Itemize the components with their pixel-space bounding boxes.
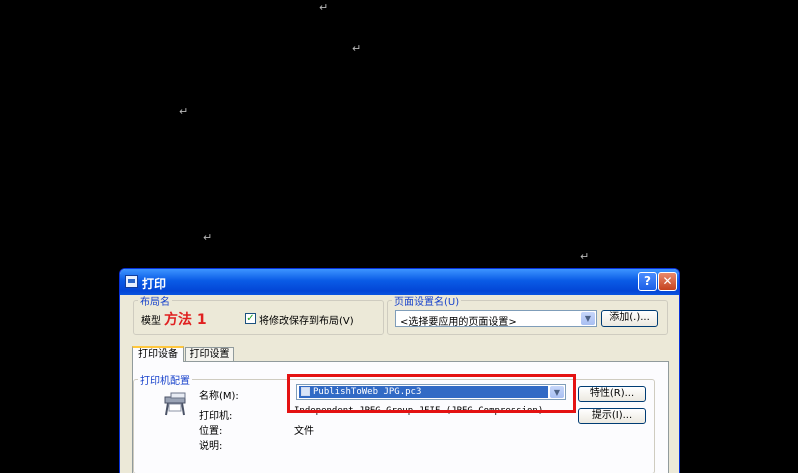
add-page-setup-button[interactable]: 添加(.)... bbox=[601, 310, 658, 327]
location-value: 文件 bbox=[294, 426, 314, 437]
paragraph-mark-icon: ↵ bbox=[203, 231, 213, 244]
method-annotation: 方法 1 bbox=[164, 312, 207, 328]
print-dialog: 打印 ? ✕ 布局名 模型 方法 1 ✓ 将修改保存到布局(V) 页面设置名(U… bbox=[119, 268, 680, 473]
paragraph-mark-icon: ↵ bbox=[352, 42, 362, 55]
layout-group-legend: 布局名 bbox=[140, 297, 170, 308]
paragraph-mark-icon: ↵ bbox=[179, 105, 189, 118]
close-button[interactable]: ✕ bbox=[658, 272, 677, 291]
location-label: 位置: bbox=[199, 426, 223, 437]
tab-plot-settings[interactable]: 打印设置 bbox=[185, 347, 234, 361]
save-to-layout-checkbox[interactable]: ✓ bbox=[245, 313, 256, 324]
printer-label: 打印机: bbox=[199, 411, 233, 422]
title-bar[interactable]: 打印 ? ✕ bbox=[120, 269, 679, 295]
dialog-title: 打印 bbox=[142, 277, 167, 291]
chevron-down-icon[interactable]: ▼ bbox=[581, 312, 595, 325]
plotter-icon bbox=[164, 392, 186, 416]
paragraph-mark-icon: ↵ bbox=[319, 1, 329, 14]
printer-name-label: 名称(M): bbox=[199, 391, 239, 402]
hints-button[interactable]: 提示(I)... bbox=[578, 408, 646, 424]
printer-config-legend: 打印机配置 bbox=[140, 376, 190, 387]
print-app-icon bbox=[125, 275, 138, 288]
description-label: 说明: bbox=[199, 441, 223, 452]
save-to-layout-label[interactable]: 将修改保存到布局(V) bbox=[259, 312, 354, 327]
help-button[interactable]: ? bbox=[638, 272, 657, 291]
layout-name: 模型 bbox=[141, 316, 161, 327]
properties-button[interactable]: 特性(R)... bbox=[578, 386, 646, 402]
paragraph-mark-icon: ↵ bbox=[580, 250, 590, 263]
page-setup-legend: 页面设置名(U) bbox=[394, 297, 460, 308]
highlight-box bbox=[287, 374, 576, 413]
tab-plot-device[interactable]: 打印设备 bbox=[132, 346, 184, 362]
page-setup-select[interactable]: <选择要应用的页面设置> ▼ bbox=[395, 310, 597, 328]
page-setup-value: <选择要应用的页面设置> bbox=[400, 317, 517, 328]
